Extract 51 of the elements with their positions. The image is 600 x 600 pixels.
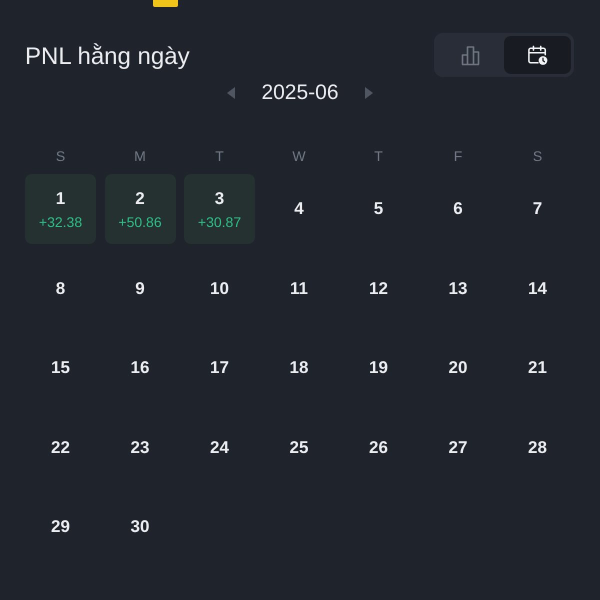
day-cell[interactable]: 16 (104, 333, 176, 403)
page-title: PNL hằng ngày (25, 42, 190, 72)
day-cell[interactable]: 30 (104, 492, 176, 562)
day-cell[interactable]: 7 (502, 174, 573, 244)
weekday-label: M (133, 147, 147, 166)
day-cell[interactable]: 29 (25, 492, 96, 562)
day-cell[interactable]: 21 (502, 333, 573, 403)
day-cell[interactable]: 12 (343, 254, 414, 324)
weekday-label: T (373, 147, 384, 166)
day-cell[interactable]: 1 +32.38 (25, 174, 96, 244)
next-month-icon[interactable] (364, 87, 373, 99)
day-cell[interactable]: 3 +30.87 (184, 174, 255, 244)
day-cell[interactable]: 4 (264, 174, 334, 244)
pnl-value: +30.87 (198, 212, 242, 230)
weekday-label: F (452, 147, 464, 166)
day-number: 3 (214, 188, 224, 210)
day-cell[interactable]: 22 (25, 412, 96, 482)
day-cell[interactable]: 24 (184, 412, 255, 482)
calendar-clock-icon (528, 44, 548, 66)
active-tab-indicator (153, 0, 178, 7)
day-cell[interactable]: 18 (264, 333, 334, 403)
day-cell[interactable]: 27 (422, 412, 494, 482)
day-cell[interactable]: 5 (343, 174, 414, 244)
day-cell[interactable]: 17 (184, 333, 255, 403)
day-number: 2 (135, 188, 145, 210)
pnl-value: +32.38 (38, 212, 82, 230)
month-label: 2025-06 (260, 80, 340, 106)
weekday-label: S (532, 147, 544, 166)
day-cell[interactable]: 9 (104, 254, 176, 324)
day-cell[interactable]: 13 (422, 254, 494, 324)
day-cell[interactable]: 19 (343, 333, 414, 403)
day-cell[interactable]: 14 (502, 254, 573, 324)
weekday-label: T (214, 147, 225, 166)
weekday-label: W (291, 147, 307, 166)
calendar-view-button[interactable] (504, 36, 571, 74)
day-cell[interactable]: 2 +50.86 (104, 174, 176, 244)
day-cell[interactable]: 15 (25, 333, 96, 403)
day-cell[interactable]: 11 (264, 254, 334, 324)
bar-chart-icon (460, 44, 480, 66)
day-cell[interactable]: 20 (422, 333, 494, 403)
day-cell[interactable]: 8 (25, 254, 96, 324)
day-cell[interactable]: 6 (422, 174, 494, 244)
pnl-value: +50.86 (118, 212, 162, 230)
day-number: 1 (56, 188, 66, 210)
day-cell[interactable]: 26 (343, 412, 414, 482)
weekday-label: S (54, 147, 66, 166)
day-cell[interactable]: 23 (104, 412, 176, 482)
day-cell[interactable]: 25 (264, 412, 334, 482)
day-cell[interactable]: 28 (502, 412, 573, 482)
previous-month-icon[interactable] (227, 87, 236, 99)
day-cell[interactable]: 10 (184, 254, 255, 324)
